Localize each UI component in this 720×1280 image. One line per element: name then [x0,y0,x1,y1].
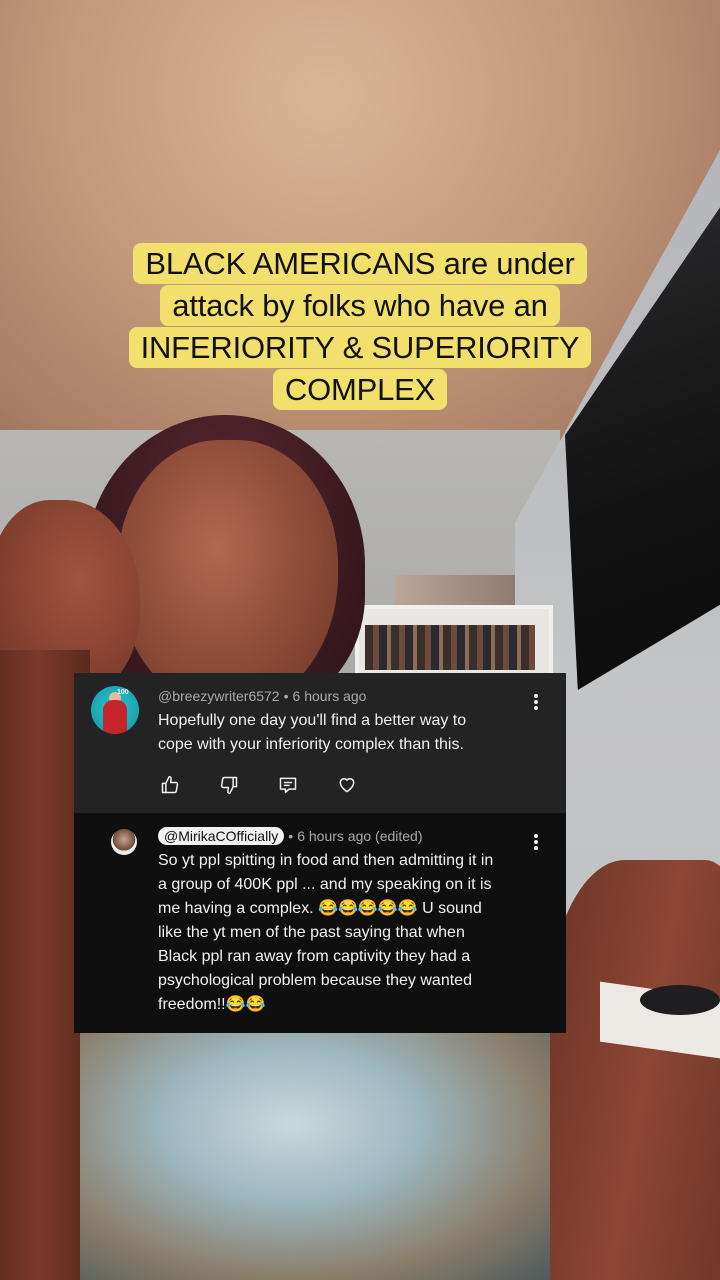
comment-text-line: Hopefully one day you'll find a better w… [158,712,467,729]
person-arm-right [545,860,720,1280]
comment-text: Hopefully one day you'll find a better w… [158,709,466,757]
reply-icon[interactable] [276,773,300,797]
comment-text-line: a group of 400K ppl ... and my speaking … [158,876,492,893]
caption-line-2: attack by folks who have an [160,285,560,326]
comment-text-line: psychological problem because they wante… [158,972,472,989]
video-caption: BLACK AMERICANS are under attack by folk… [60,243,660,411]
avatar[interactable]: 100 [91,686,139,734]
caption-line-3: INFERIORITY & SUPERIORITY [128,327,592,368]
person-shirt [80,1020,550,1280]
parent-comment: 100 @breezywriter6572 • 6 hours ago Hopefu… [74,673,566,813]
comment-text-line: freedom!!😂😂 [158,996,266,1013]
comment-text-line: So yt ppl spitting in food and then admi… [158,852,494,869]
person-face [118,440,338,710]
comment-time: 6 hours ago [292,688,367,704]
comment-handle[interactable]: @breezywriter6572 [158,688,280,704]
caption-line-4: COMPLEX [272,369,448,410]
comment-actions [158,773,394,797]
background-photo [0,0,720,1280]
avatar-figure [103,700,127,734]
caption-line-1: BLACK AMERICANS are under [133,243,587,284]
comment-card: 100 @breezywriter6572 • 6 hours ago Hopefu… [74,673,566,1033]
comment-text: So yt ppl spitting in food and then admi… [158,849,493,1017]
box [395,575,515,607]
comment-time: 6 hours ago (edited) [297,828,423,844]
books [365,625,535,670]
comment-text-line: me having a complex. 😂😂😂😂😂 U sound [158,900,482,917]
separator-dot: • [283,688,289,704]
comment-text-line: cope with your inferiority complex than … [158,736,464,753]
heart-icon[interactable] [335,773,359,797]
dislike-icon[interactable] [217,773,241,797]
more-options-icon[interactable] [529,833,543,853]
avatar[interactable] [111,829,137,855]
computer-mouse [640,985,720,1015]
like-icon[interactable] [158,773,182,797]
more-options-icon[interactable] [529,693,543,713]
comment-meta: @breezywriter6572 • 6 hours ago [158,688,366,704]
avatar-badge: 100 [117,689,129,696]
separator-dot: • [288,828,294,844]
comment-meta: @MirikaCOfficially • 6 hours ago (edited) [158,827,423,845]
comment-text-line: like the yt men of the past saying that … [158,924,465,941]
reply-comment: @MirikaCOfficially • 6 hours ago (edited) … [74,813,566,1033]
comment-text-line: Black ppl ran away from captivity they h… [158,948,471,965]
comment-handle[interactable]: @MirikaCOfficially [158,827,285,845]
